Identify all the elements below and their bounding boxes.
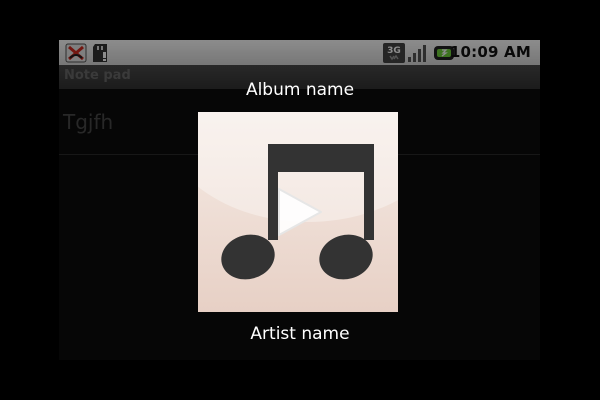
album-name: Album name xyxy=(245,80,355,100)
artist-name: Artist name xyxy=(250,324,350,344)
play-icon[interactable] xyxy=(275,185,325,239)
